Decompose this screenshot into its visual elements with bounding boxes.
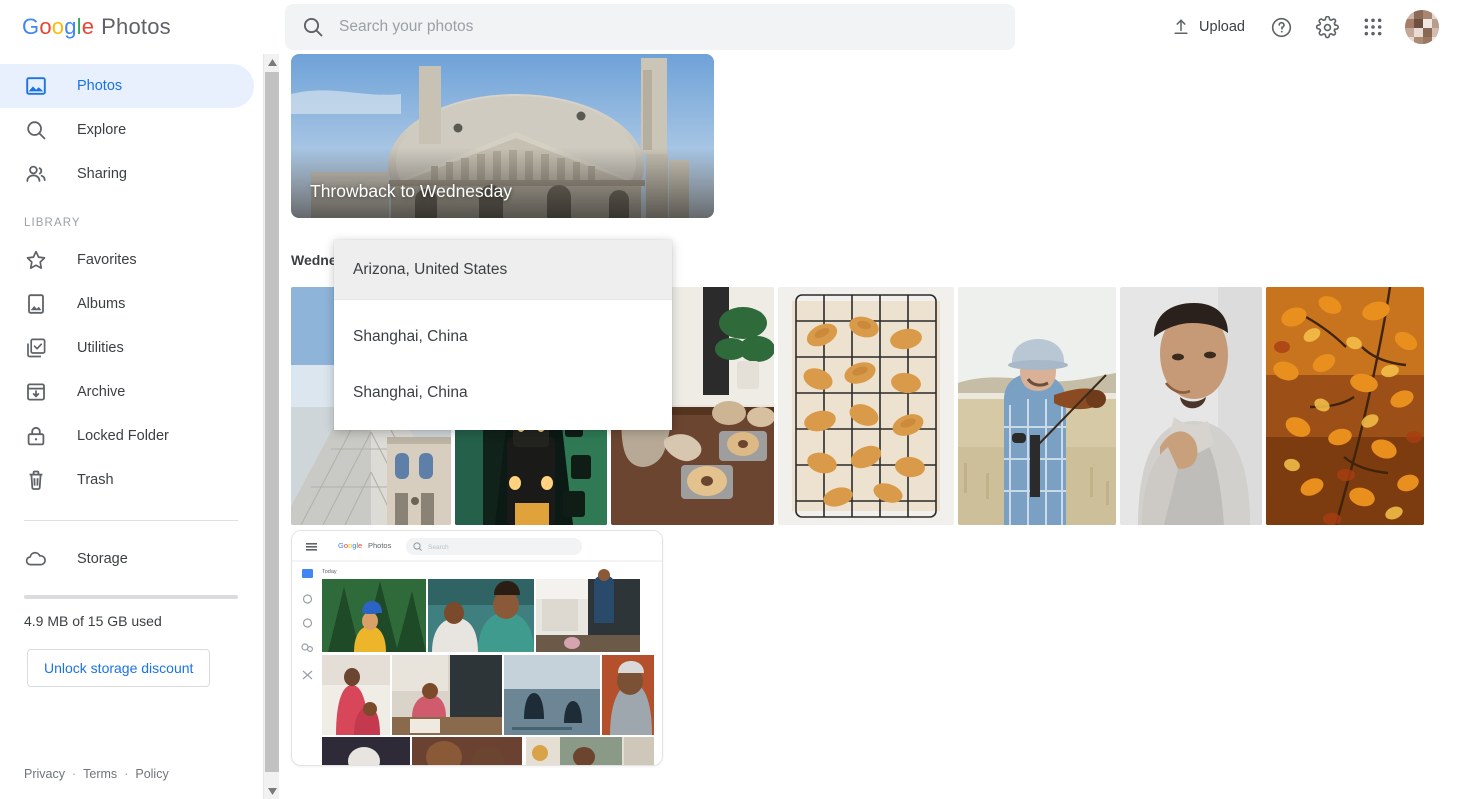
apps-button[interactable]	[1353, 7, 1393, 47]
storage-progress-bar	[24, 595, 238, 599]
sidebar-item-label: Explore	[77, 122, 127, 138]
cloud-icon	[24, 547, 48, 571]
photo-thumbnail[interactable]	[1120, 287, 1262, 525]
people-icon	[24, 162, 48, 186]
google-wordmark: Google	[22, 14, 95, 39]
sidebar-item-label: Trash	[77, 472, 114, 488]
unlock-storage-discount-button[interactable]: Unlock storage discount	[27, 649, 211, 687]
man-grey-blazer-image	[1120, 287, 1262, 525]
sidebar-divider	[24, 520, 238, 521]
trash-icon	[24, 468, 48, 492]
dropdown-item[interactable]: Shanghai, China	[334, 309, 672, 365]
upload-icon	[1171, 17, 1191, 37]
sidebar-item-photos[interactable]: Photos	[0, 64, 254, 108]
lock-icon	[24, 424, 48, 448]
dropdown-item-highlighted[interactable]: Arizona, United States	[334, 240, 672, 300]
sidebar-item-label: Locked Folder	[77, 428, 169, 444]
album-icon	[24, 292, 48, 316]
policy-link[interactable]: Policy	[135, 767, 168, 781]
sidebar-item-trash[interactable]: Trash	[0, 458, 254, 502]
date-header: Wedne	[291, 252, 337, 268]
sidebar-item-utilities[interactable]: Utilities	[0, 326, 254, 370]
violinist-field-image	[958, 287, 1116, 525]
photo-thumbnail-screenshot[interactable]: Google Photos Search Today	[291, 530, 663, 766]
search-input[interactable]	[339, 18, 999, 36]
photo-icon	[24, 74, 48, 98]
scrollbar-thumb[interactable]	[265, 72, 279, 772]
avatar-image	[1405, 10, 1439, 44]
photo-thumbnail[interactable]	[1266, 287, 1424, 525]
sidebar: Photos Explore Sharing LIBRARY Favorites…	[0, 54, 262, 799]
account-avatar[interactable]	[1405, 10, 1439, 44]
memory-title: Throwback to Wednesday	[310, 181, 513, 201]
header-actions: Upload	[1015, 7, 1461, 47]
svg-text:Google: Google	[338, 541, 362, 550]
help-circle-icon	[1270, 16, 1293, 39]
croissants-cooling-rack-image	[778, 287, 954, 525]
sidebar-item-storage[interactable]: Storage	[0, 537, 254, 581]
google-photos-app-screenshot-image: Google Photos Search Today	[292, 531, 662, 765]
sidebar-item-label: Storage	[77, 551, 128, 567]
svg-text:Today: Today	[322, 569, 337, 575]
sidebar-item-favorites[interactable]: Favorites	[0, 238, 254, 282]
utilities-icon	[24, 336, 48, 360]
product-name: Photos	[101, 14, 171, 39]
dropdown-item[interactable]: Shanghai, China	[334, 365, 672, 421]
storage-usage-text: 4.9 MB of 15 GB used	[24, 613, 162, 629]
sidebar-item-label: Archive	[77, 384, 126, 400]
sidebar-item-label: Photos	[77, 78, 123, 94]
photo-thumbnail[interactable]	[778, 287, 954, 525]
archive-icon	[24, 380, 48, 404]
apps-grid-icon	[1363, 17, 1383, 37]
upload-button[interactable]: Upload	[1161, 7, 1255, 47]
sidebar-item-locked-folder[interactable]: Locked Folder	[0, 414, 254, 458]
footer-separator: ·	[71, 767, 77, 781]
app-logo[interactable]: Google Photos	[0, 14, 285, 40]
vertical-scrollbar[interactable]	[263, 54, 279, 799]
sidebar-item-sharing[interactable]: Sharing	[0, 152, 254, 196]
sidebar-item-label: Sharing	[77, 166, 127, 182]
location-suggestions-dropdown[interactable]: Arizona, United States Shanghai, China S…	[334, 240, 672, 430]
sidebar-section-library: LIBRARY	[24, 217, 81, 229]
search-icon	[24, 118, 48, 142]
settings-button[interactable]	[1307, 7, 1347, 47]
memory-card[interactable]: Throwback to Wednesday	[291, 54, 714, 218]
privacy-link[interactable]: Privacy	[24, 767, 65, 781]
search-icon	[301, 15, 325, 39]
gear-icon	[1315, 15, 1339, 39]
svg-text:Search: Search	[428, 544, 449, 551]
sidebar-footer-links: Privacy · Terms · Policy	[24, 767, 169, 781]
app-header: Google Photos Upload	[0, 0, 1461, 54]
search-bar[interactable]	[285, 4, 1015, 50]
scrollbar-up-arrow[interactable]	[264, 54, 280, 70]
help-button[interactable]	[1261, 7, 1301, 47]
scrollbar-down-arrow[interactable]	[264, 783, 280, 799]
footer-separator: ·	[124, 767, 129, 781]
sidebar-item-label: Albums	[77, 296, 126, 312]
sidebar-item-label: Utilities	[77, 340, 124, 356]
autumn-leaves-image	[1266, 287, 1424, 525]
photo-thumbnail[interactable]	[958, 287, 1116, 525]
sidebar-item-archive[interactable]: Archive	[0, 370, 254, 414]
terms-link[interactable]: Terms	[83, 767, 117, 781]
upload-label: Upload	[1199, 19, 1245, 35]
sidebar-item-albums[interactable]: Albums	[0, 282, 254, 326]
sidebar-item-explore[interactable]: Explore	[0, 108, 254, 152]
star-icon	[24, 248, 48, 272]
svg-text:Photos: Photos	[368, 541, 392, 550]
sidebar-item-label: Favorites	[77, 252, 137, 268]
